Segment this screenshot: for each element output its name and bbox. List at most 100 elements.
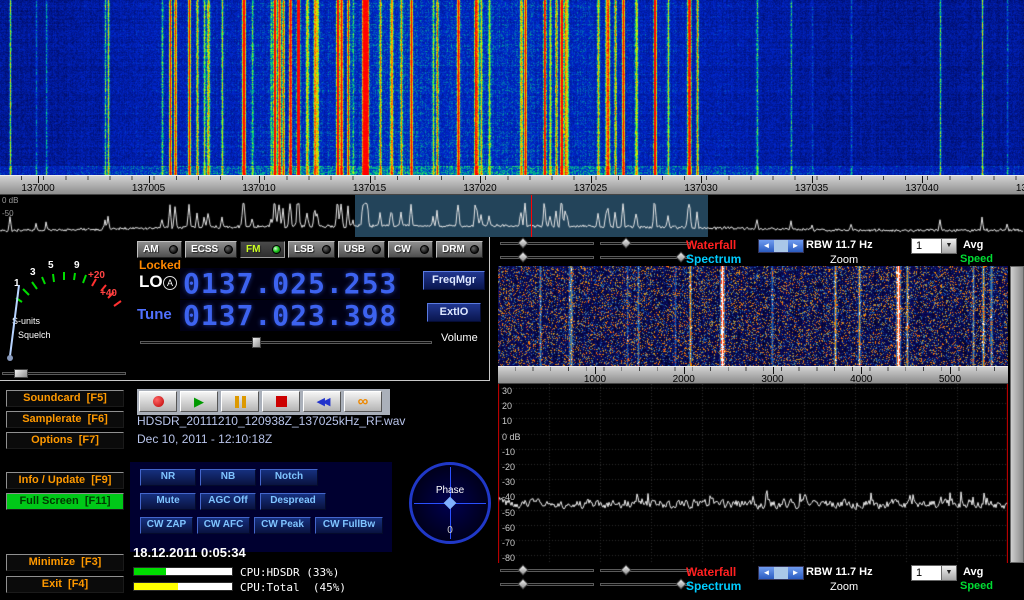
dsp-cw-peak-button[interactable]: CW Peak [254,517,311,534]
slider-thumb[interactable] [620,564,631,575]
ruler-tick [950,367,951,374]
slider-thumb[interactable] [517,237,528,248]
loop-button[interactable]: ∞ [344,391,382,412]
tune-frequency-display[interactable]: 0137.023.398 [180,300,400,331]
speed-dropdown-top[interactable]: 1▼ [911,238,957,254]
spectrum-high-slider-top[interactable] [600,252,690,263]
dsp-cw-afc-button[interactable]: CW AFC [197,517,250,534]
right-frequency-ruler[interactable]: 10002000300040005000 [498,366,1008,384]
exit-button[interactable]: Exit [F4] [6,576,124,593]
ruler-tick [38,176,39,183]
squelch-slider[interactable] [2,368,126,379]
zoom-track[interactable] [774,240,788,252]
slider-thumb[interactable] [517,578,528,589]
dsp-cw-zap-button[interactable]: CW ZAP [140,517,193,534]
volume-thumb[interactable] [252,337,261,348]
slider-thumb[interactable] [517,251,528,262]
dropdown-arrow-icon[interactable]: ▼ [941,239,956,253]
play-button[interactable]: ▶ [180,391,218,412]
zoom-scrollbar-bottom[interactable]: ◄► [758,566,804,580]
speed-dropdown-bottom[interactable]: 1▼ [911,565,957,581]
zoom-left-arrow-icon[interactable]: ◄ [759,567,774,579]
display-controls-top: WaterfallSpectrum◄►RBW 11.7 HzZoom1▼AvgS… [496,238,1024,268]
fullscreen-button[interactable]: Full Screen [F11] [6,493,124,510]
playback-controls: ▶ ◀◀∞ [137,389,390,415]
ruler-label: 137030 [684,183,717,194]
mode-button-drm[interactable]: DRM [436,241,483,258]
main-spectrum[interactable]: 0 dB -50 [0,195,1024,237]
dsp-nr-button[interactable]: NR [140,469,196,486]
waterfall-contrast-slider-bottom[interactable] [600,565,690,576]
ruler-tick [773,367,774,374]
slider-groove [500,242,594,245]
spectrum-label-top[interactable]: Spectrum [686,252,741,266]
options-button[interactable]: Options [F7] [6,432,124,449]
mode-label: ECSS [191,244,218,255]
rewind-button[interactable]: ◀◀ [303,391,341,412]
mode-label: DRM [442,244,465,255]
pause-button[interactable] [221,391,259,412]
dsp-nb-button[interactable]: NB [200,469,256,486]
smeter-scale-3: 3 [30,267,36,278]
spectrum-low-slider-top[interactable] [500,252,594,263]
extio-button[interactable]: ExtIO [427,303,481,322]
cpu-total-bar [133,582,233,591]
mode-button-fm[interactable]: FM [240,241,285,258]
squelch-thumb[interactable] [14,369,28,378]
spectrum-high-slider-bottom[interactable] [600,579,690,590]
waterfall-brightness-slider-top[interactable] [500,238,594,249]
lo-frequency-display[interactable]: 0137.025.253 [180,268,400,299]
slider-thumb[interactable] [620,237,631,248]
soundcard-button[interactable]: Soundcard [F5] [6,390,124,407]
spectrum-label-bottom[interactable]: Spectrum [686,579,741,593]
freqmgr-button[interactable]: FreqMgr [423,271,485,290]
slider-thumb[interactable] [675,578,686,589]
mode-button-ecss[interactable]: ECSS [185,241,237,258]
slider-thumb[interactable] [517,564,528,575]
dsp-panel: NRNBNotch MuteAGC OffDespread CW ZAPCW AFC… [130,462,392,552]
mode-button-lsb[interactable]: LSB [288,241,335,258]
dsp-despread-button[interactable]: Despread [260,493,326,510]
main-waterfall[interactable] [0,0,1024,175]
dropdown-arrow-icon[interactable]: ▼ [941,566,956,580]
audio-waterfall[interactable] [498,266,1008,366]
record-button[interactable] [139,391,177,412]
waterfall-label-top[interactable]: Waterfall [686,238,736,252]
right-scrollbar[interactable] [1010,266,1024,563]
volume-slider[interactable] [140,337,432,348]
mode-button-am[interactable]: AM [137,241,182,258]
db-scale-top-label: 0 dB [2,196,18,205]
zoom-track[interactable] [774,567,788,579]
dsp-agc-off-button[interactable]: AGC Off [200,493,256,510]
spectrum-low-slider-bottom[interactable] [500,579,594,590]
lo-lock-badge[interactable]: A [163,276,177,290]
ruler-label: 137040 [905,183,938,194]
zoom-right-arrow-icon[interactable]: ► [788,240,803,252]
waterfall-label-bottom[interactable]: Waterfall [686,565,736,579]
divider-horizontal [0,380,490,381]
dsp-notch-button[interactable]: Notch [260,469,318,486]
info-update-button[interactable]: Info / Update [F9] [6,472,124,489]
mode-button-usb[interactable]: USB [338,241,385,258]
samplerate-button[interactable]: Samplerate [F6] [6,411,124,428]
dsp-cw-fullbw-button[interactable]: CW FullBw [315,517,383,534]
main-frequency-ruler[interactable]: 1370001370051370101370151370201370251370… [0,175,1024,195]
zoom-scrollbar-top[interactable]: ◄► [758,239,804,253]
display-controls-bottom: WaterfallSpectrum◄►RBW 11.7 HzZoom1▼AvgS… [496,565,1024,595]
stop-button[interactable] [262,391,300,412]
waterfall-brightness-slider-bottom[interactable] [500,565,594,576]
minimize-button[interactable]: Minimize [F3] [6,554,124,571]
zoom-right-arrow-icon[interactable]: ► [788,567,803,579]
smeter-scale-plus40: +40 [100,288,117,299]
slider-groove [600,242,690,245]
divider-vertical [489,237,490,381]
audio-spectrum[interactable] [498,384,1008,563]
mode-button-cw[interactable]: CW [388,241,433,258]
zoom-left-arrow-icon[interactable]: ◄ [759,240,774,252]
waterfall-contrast-slider-top[interactable] [600,238,690,249]
speed-label-top: Speed [960,253,993,265]
slider-thumb[interactable] [675,251,686,262]
cpu-hdsdr-text: CPU:HDSDR (33%) [240,566,339,579]
mode-label: AM [143,244,159,255]
dsp-mute-button[interactable]: Mute [140,493,196,510]
